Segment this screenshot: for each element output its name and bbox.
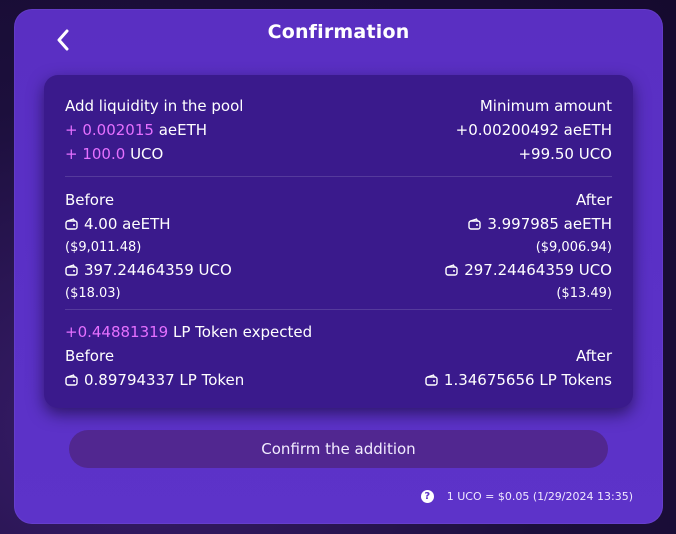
before-label: Before <box>65 191 115 209</box>
wallet-icon <box>65 218 78 230</box>
before-token2-value: 397.24464359 UCO <box>84 261 232 279</box>
before-token1-balance: 4.00 aeETH <box>65 215 171 233</box>
before-token2-balance: 397.24464359 UCO <box>65 261 232 279</box>
wallet-icon <box>425 374 438 386</box>
before-token2-usd: ($18.03) <box>65 285 121 301</box>
after-token1-value: 3.997985 aeETH <box>487 215 612 233</box>
divider <box>65 309 612 310</box>
lp-expected-amount: +0.44881319 <box>65 323 169 341</box>
token1-symbol: aeETH <box>158 121 208 139</box>
lp-before-balance: 0.89794337 LP Token <box>65 371 244 389</box>
after-token1-balance: 3.997985 aeETH <box>468 215 612 233</box>
wallet-icon <box>468 218 482 230</box>
lp-after-balance: 1.34675656 LP Tokens <box>425 371 612 389</box>
divider <box>65 176 612 177</box>
minimum-amount-label: Minimum amount <box>479 97 612 115</box>
liquidity-section: Add liquidity in the pool Minimum amount… <box>65 94 612 166</box>
token1-amount: + 0.002015 <box>65 121 154 139</box>
balances-section: Before After 4.00 aeETH 3.997985 aeETH (… <box>65 188 612 304</box>
after-token2-value: 297.24464359 UCO <box>464 261 612 279</box>
lp-after-label: After <box>575 347 612 365</box>
token2-amount-row: + 100.0 UCO <box>65 145 163 163</box>
after-token2-balance: 297.24464359 UCO <box>445 261 612 279</box>
rate-text: 1 UCO = $0.05 (1/29/2024 13:35) <box>446 490 633 503</box>
after-token1-usd: ($9,006.94) <box>535 239 612 255</box>
before-token1-usd: ($9,011.48) <box>65 239 142 255</box>
page-title: Confirmation <box>267 21 410 43</box>
lp-before-label: Before <box>65 347 115 365</box>
confirm-addition-button[interactable]: Confirm the addition <box>69 430 608 468</box>
lp-before-value: 0.89794337 LP Token <box>84 371 245 389</box>
token2-symbol: UCO <box>130 145 164 163</box>
before-token1-value: 4.00 aeETH <box>84 215 171 233</box>
lp-after-value: 1.34675656 LP Tokens <box>443 371 612 389</box>
lp-expected-row: +0.44881319 LP Token expected <box>65 323 312 341</box>
token2-amount: + 100.0 <box>65 145 126 163</box>
add-liquidity-label: Add liquidity in the pool <box>65 97 244 115</box>
lp-section: +0.44881319 LP Token expected Before Aft… <box>65 320 612 392</box>
wallet-icon <box>65 264 78 276</box>
min-token1-amount: +0.00200492 aeETH <box>455 121 612 139</box>
wallet-icon <box>65 374 78 386</box>
lp-expected-label: LP Token expected <box>173 323 313 341</box>
token1-amount-row: + 0.002015 aeETH <box>65 121 207 139</box>
min-token2-amount: +99.50 UCO <box>518 145 612 163</box>
after-label: After <box>575 191 612 209</box>
confirmation-dialog: Confirmation Add liquidity in the pool M… <box>14 9 663 524</box>
after-token2-usd: ($13.49) <box>556 285 612 301</box>
rate-footer: ? 1 UCO = $0.05 (1/29/2024 13:35) <box>420 490 633 503</box>
wallet-icon <box>445 264 458 276</box>
summary-card: Add liquidity in the pool Minimum amount… <box>44 75 633 408</box>
help-icon[interactable]: ? <box>420 490 434 503</box>
